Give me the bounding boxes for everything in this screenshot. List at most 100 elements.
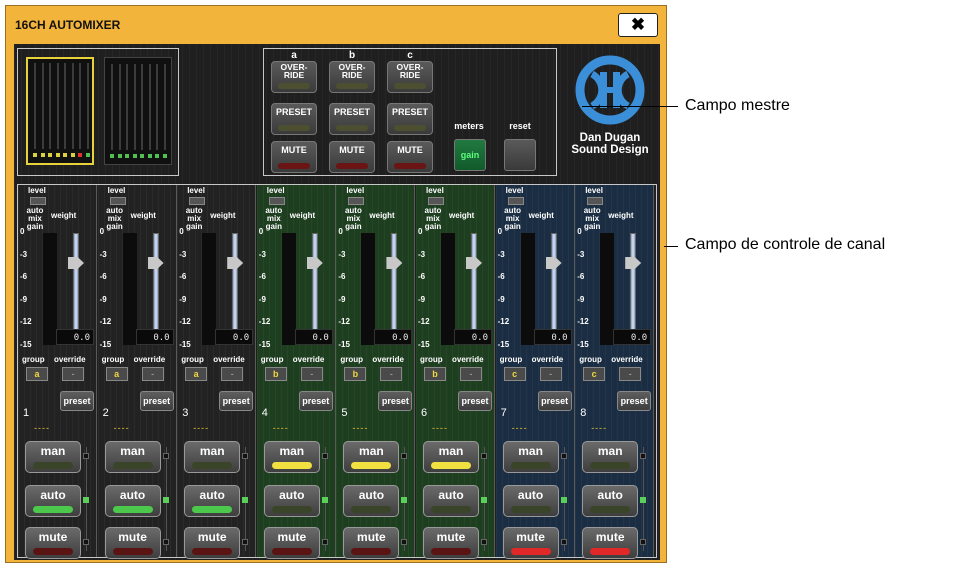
- override-button[interactable]: -: [62, 367, 84, 381]
- auto-button[interactable]: auto: [423, 485, 479, 517]
- preset-button[interactable]: preset: [378, 391, 413, 411]
- master-override-button-a[interactable]: OVER- RIDE: [271, 61, 317, 93]
- master-button-led: [394, 163, 426, 169]
- preset-button[interactable]: preset: [537, 391, 572, 411]
- channel-strip-1: level auto mix gain weight 0 -3 -6 -9 -12 -15 0.0…: [18, 185, 97, 559]
- man-button[interactable]: man: [502, 441, 559, 473]
- override-button[interactable]: -: [619, 367, 642, 381]
- auto-button[interactable]: auto: [502, 485, 559, 517]
- scale-label: -6: [577, 272, 585, 282]
- man-button[interactable]: man: [25, 441, 81, 473]
- man-button[interactable]: man: [184, 441, 241, 473]
- scale-label: -15: [577, 340, 589, 349]
- override-button[interactable]: -: [141, 367, 164, 381]
- master-override-button-c[interactable]: OVER- RIDE: [387, 61, 433, 93]
- man-button[interactable]: man: [423, 441, 479, 473]
- group-select-button[interactable]: c: [583, 367, 606, 381]
- scale-label: -3: [258, 249, 266, 259]
- mute-button[interactable]: mute: [582, 527, 639, 559]
- weight-fader-handle[interactable]: [625, 257, 642, 269]
- auto-button[interactable]: auto: [184, 485, 241, 517]
- master-mute-button-b[interactable]: MUTE: [329, 141, 375, 173]
- master-preset-button-b[interactable]: PRESET: [329, 103, 375, 135]
- override-button[interactable]: -: [539, 367, 562, 381]
- weight-fader-handle[interactable]: [147, 257, 164, 269]
- weight-fader-track[interactable]: [630, 233, 637, 339]
- auto-button[interactable]: auto: [104, 485, 161, 517]
- weight-fader-handle[interactable]: [306, 257, 323, 269]
- mute-button[interactable]: mute: [343, 527, 400, 559]
- group-select-button[interactable]: b: [264, 367, 287, 381]
- weight-fader-track[interactable]: [73, 233, 79, 339]
- man-button[interactable]: man: [343, 441, 400, 473]
- meter-bank-9-16[interactable]: [104, 57, 172, 165]
- man-button[interactable]: man: [104, 441, 161, 473]
- weight-fader-handle[interactable]: [545, 257, 562, 269]
- group-select-button[interactable]: a: [105, 367, 128, 381]
- master-preset-button-c[interactable]: PRESET: [387, 103, 433, 135]
- level-label: level: [266, 186, 285, 195]
- master-preset-button-a[interactable]: PRESET: [271, 103, 317, 135]
- man-led: [590, 462, 631, 469]
- weight-fader-track[interactable]: [232, 233, 239, 339]
- preset-button[interactable]: preset: [60, 391, 94, 411]
- close-button[interactable]: ✖: [618, 13, 658, 37]
- preset-button[interactable]: preset: [458, 391, 492, 411]
- preset-button[interactable]: preset: [219, 391, 254, 411]
- master-button-led: [278, 125, 310, 131]
- weight-fader-handle[interactable]: [68, 257, 84, 269]
- channel-strip-2: level auto mix gain weight 0 -3 -6 -9 -12 -15 0.0…: [97, 185, 177, 559]
- weight-fader-track[interactable]: [550, 233, 557, 339]
- preset-button[interactable]: preset: [617, 391, 652, 411]
- auto-mix-gain-meter: [43, 233, 57, 345]
- override-button[interactable]: -: [300, 367, 323, 381]
- auto-button[interactable]: auto: [343, 485, 400, 517]
- auto-button[interactable]: auto: [582, 485, 639, 517]
- override-button[interactable]: -: [221, 367, 244, 381]
- weight-fader-handle[interactable]: [227, 257, 244, 269]
- preset-button[interactable]: preset: [298, 391, 333, 411]
- weight-fader-handle[interactable]: [466, 257, 482, 269]
- mute-button[interactable]: mute: [184, 527, 241, 559]
- weight-fader-track[interactable]: [311, 233, 318, 339]
- override-button[interactable]: -: [460, 367, 482, 381]
- auto-mix-gain-meter: [441, 233, 455, 345]
- group-select-button[interactable]: b: [424, 367, 446, 381]
- master-meter-bar: [86, 63, 89, 149]
- weight-fader-track[interactable]: [152, 233, 159, 339]
- auto-button[interactable]: auto: [263, 485, 320, 517]
- mute-button[interactable]: mute: [423, 527, 479, 559]
- man-button[interactable]: man: [263, 441, 320, 473]
- mute-button[interactable]: mute: [104, 527, 161, 559]
- override-button[interactable]: -: [380, 367, 403, 381]
- meters-gain-button[interactable]: gain: [454, 139, 486, 171]
- master-meter-led: [162, 154, 167, 158]
- auto-button[interactable]: auto: [25, 485, 81, 517]
- group-select-button[interactable]: c: [503, 367, 526, 381]
- scale-label: -9: [258, 294, 266, 304]
- reset-button[interactable]: [504, 139, 536, 171]
- weight-fader-track[interactable]: [391, 233, 398, 339]
- mute-button[interactable]: mute: [25, 527, 81, 559]
- master-meter-bar: [118, 64, 121, 150]
- mute-button[interactable]: mute: [263, 527, 320, 559]
- group-select-button[interactable]: a: [185, 367, 208, 381]
- group-select-button[interactable]: b: [344, 367, 367, 381]
- master-mute-button-c[interactable]: MUTE: [387, 141, 433, 173]
- callout-line-channel: [664, 246, 678, 247]
- mute-button[interactable]: mute: [502, 527, 559, 559]
- preset-button[interactable]: preset: [139, 391, 174, 411]
- group-select-button[interactable]: a: [26, 367, 48, 381]
- weight-label: weight: [449, 211, 475, 220]
- mute-side-indicator: [83, 539, 89, 545]
- man-button[interactable]: man: [582, 441, 639, 473]
- weight-label: weight: [210, 211, 236, 220]
- master-override-button-b[interactable]: OVER- RIDE: [329, 61, 375, 93]
- weight-fader-track[interactable]: [471, 233, 477, 339]
- master-button-label: PRESET: [333, 107, 370, 117]
- weight-fader-handle[interactable]: [386, 257, 403, 269]
- man-led: [192, 462, 233, 469]
- master-meter-bar: [111, 64, 113, 150]
- master-mute-button-a[interactable]: MUTE: [271, 141, 317, 173]
- meter-bank-1-8[interactable]: [26, 57, 94, 165]
